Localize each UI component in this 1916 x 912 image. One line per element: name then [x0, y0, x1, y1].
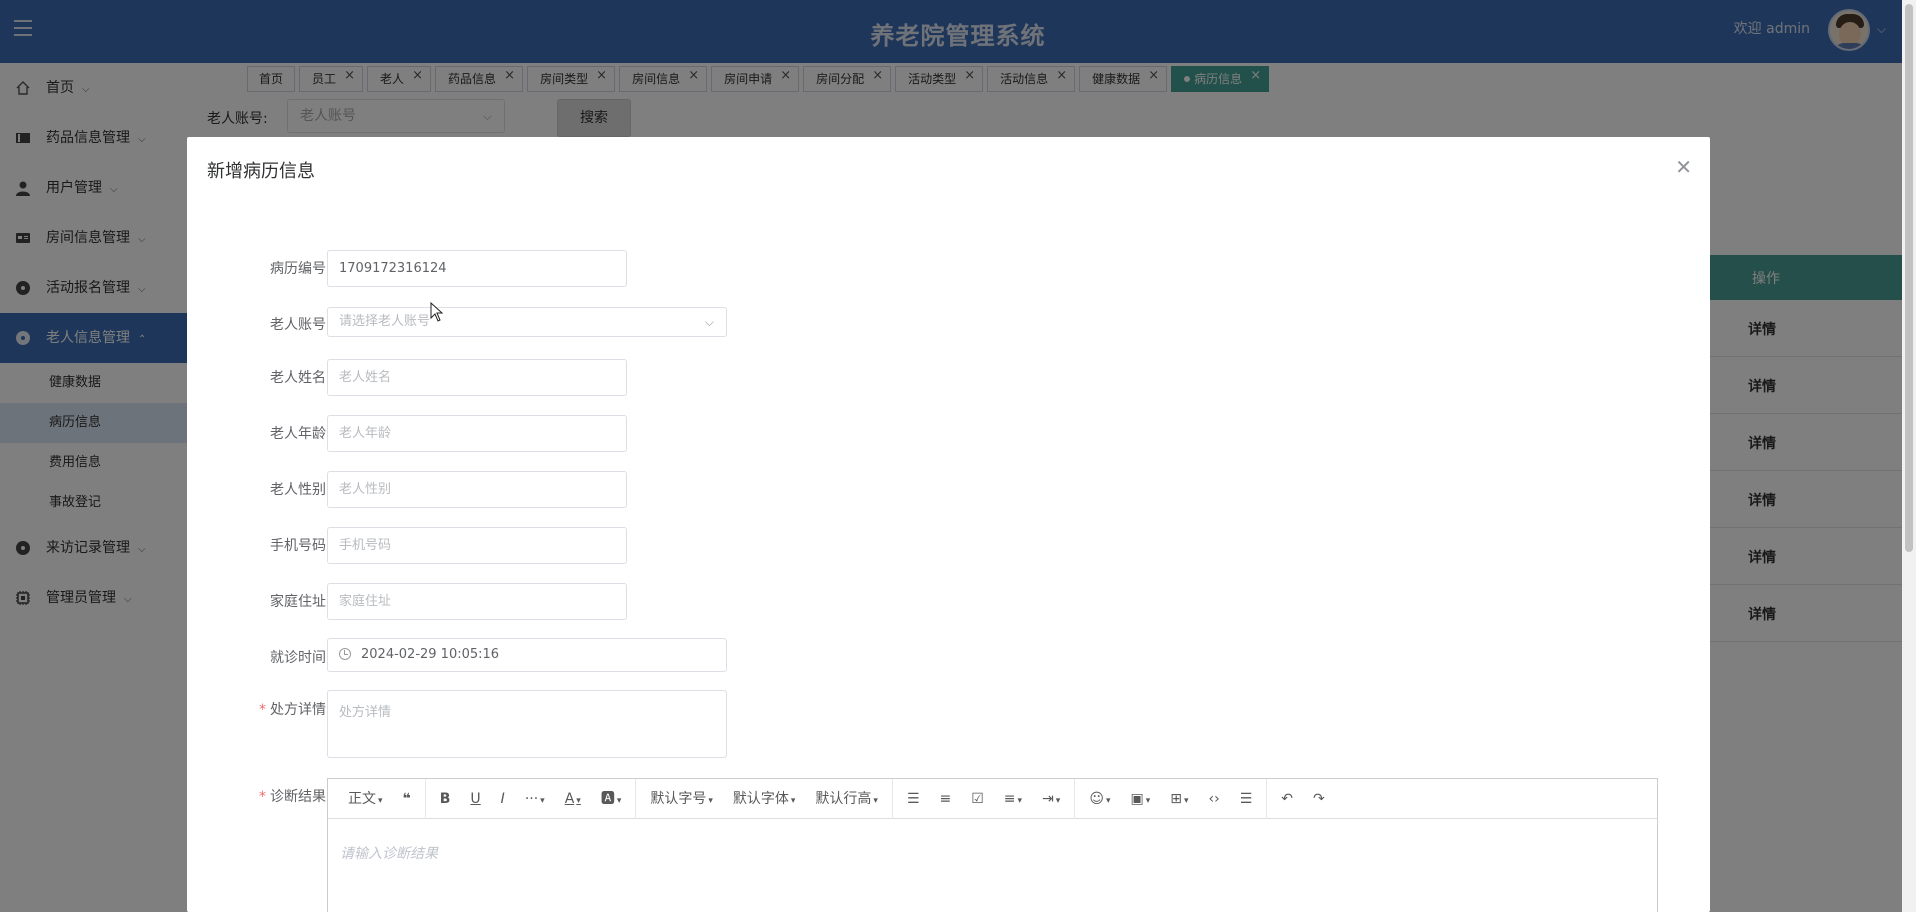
code-icon[interactable]: ‹›: [1199, 779, 1230, 819]
indent-icon[interactable]: ⇥ ▾: [1032, 779, 1070, 819]
line-height-dropdown[interactable]: 默认行高 ▾: [805, 779, 888, 819]
scrollbar-thumb[interactable]: [1905, 4, 1913, 552]
elder-gender-label: 老人性别: [270, 482, 326, 498]
scrollbar[interactable]: [1902, 0, 1916, 912]
record-no-field[interactable]: 1709172316124: [327, 250, 627, 287]
mouse-cursor-icon: [430, 302, 444, 322]
elder-account-select[interactable]: 请选择老人账号 ⌵: [327, 307, 727, 337]
undo-icon[interactable]: ↶: [1271, 779, 1303, 819]
elder-account-label: 老人账号: [270, 317, 326, 333]
bulleted-list-icon[interactable]: ☰: [897, 779, 930, 819]
diagnosis-label: * 诊断结果: [259, 789, 326, 805]
visit-time-picker[interactable]: 2024-02-29 10:05:16: [327, 638, 727, 672]
font-color-icon[interactable]: A ▾: [555, 779, 591, 819]
divider-icon[interactable]: ☰: [1230, 779, 1263, 819]
close-icon[interactable]: ✕: [1675, 155, 1692, 179]
phone-label: 手机号码: [270, 538, 326, 554]
record-no-label: 病历编号: [270, 261, 326, 277]
bold-icon[interactable]: B: [430, 779, 461, 819]
font-size-dropdown[interactable]: 默认字号 ▾: [640, 779, 723, 819]
elder-age-field[interactable]: 老人年龄: [327, 415, 627, 452]
todo-checkbox-icon[interactable]: ☑: [961, 779, 994, 819]
diagnosis-placeholder: 请输入诊断结果: [340, 846, 438, 862]
elder-gender-field[interactable]: 老人性别: [327, 471, 627, 508]
paragraph-style-dropdown[interactable]: 正文 ▾: [338, 779, 393, 819]
elder-name-label: 老人姓名: [270, 370, 326, 386]
font-family-dropdown[interactable]: 默认字体 ▾: [723, 779, 806, 819]
address-label: 家庭住址: [270, 594, 326, 610]
chevron-down-icon: ⌵: [704, 315, 714, 329]
address-field[interactable]: 家庭住址: [327, 583, 627, 620]
background-color-icon[interactable]: 🅰 ▾: [591, 779, 632, 819]
visit-time-label: 就诊时间: [270, 650, 326, 666]
dialog-title: 新增病历信息: [207, 161, 315, 182]
elder-name-field[interactable]: 老人姓名: [327, 359, 627, 396]
editor-toolbar: 正文 ▾ ❝ B U I ··· ▾ A ▾ 🅰 ▾ 默认字号 ▾ 默认字体 ▾ 默认行高 ▾…: [328, 778, 1657, 819]
visit-time-value: 2024-02-29 10:05:16: [361, 647, 500, 662]
more-icon[interactable]: ··· ▾: [515, 779, 555, 819]
emoji-icon[interactable]: ☺ ▾: [1079, 779, 1120, 819]
prescription-label: * 处方详情: [259, 702, 326, 718]
prescription-textarea[interactable]: 处方详情: [327, 690, 727, 758]
add-medical-record-dialog: 新增病历信息 ✕ 病历编号 1709172316124 老人账号 请选择老人账号…: [187, 137, 1710, 912]
elder-account-placeholder: 请选择老人账号: [339, 314, 431, 329]
numbered-list-icon[interactable]: ≡: [930, 779, 962, 819]
align-icon[interactable]: ≡ ▾: [994, 779, 1032, 819]
elder-age-label: 老人年龄: [270, 426, 326, 442]
clock-icon: [339, 648, 351, 660]
table-icon[interactable]: ⊞ ▾: [1160, 779, 1198, 819]
italic-icon[interactable]: I: [491, 779, 515, 819]
diagnosis-rich-text-editor[interactable]: 正文 ▾ ❝ B U I ··· ▾ A ▾ 🅰 ▾ 默认字号 ▾ 默认字体 ▾ 默认行高 ▾…: [327, 778, 1658, 912]
phone-field[interactable]: 手机号码: [327, 527, 627, 564]
image-icon[interactable]: ▣ ▾: [1120, 779, 1160, 819]
underline-icon[interactable]: U: [460, 779, 490, 819]
quote-icon[interactable]: ❝: [393, 779, 421, 819]
redo-icon[interactable]: ↷: [1303, 779, 1335, 819]
